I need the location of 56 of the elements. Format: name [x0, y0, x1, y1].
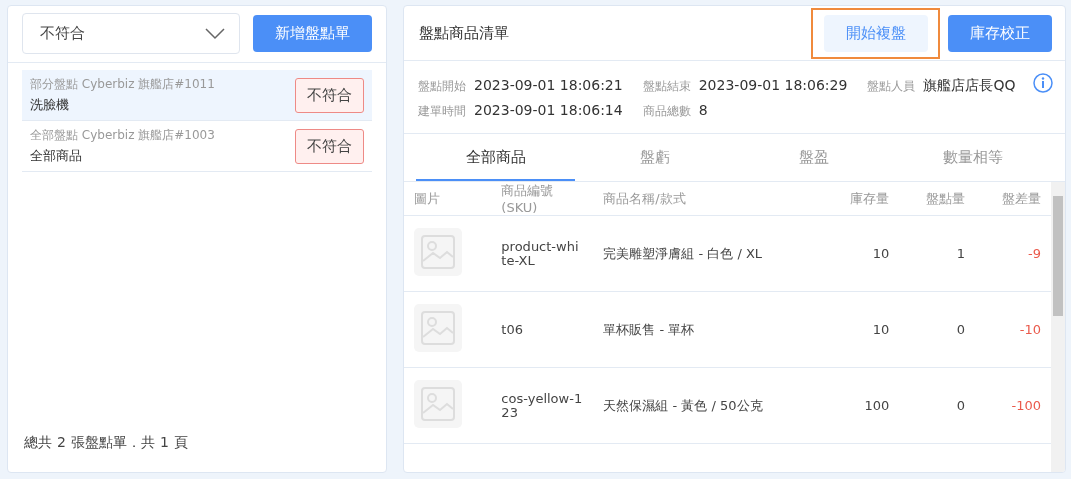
stock-cell: 100 [823, 367, 900, 444]
product-name-cell: 天然保濕組 - 黃色 / 50公克 [593, 367, 824, 444]
info-value: 旗艦店店長QQ [923, 76, 1016, 93]
column-header: 商品名稱/款式 [593, 182, 824, 216]
scrollbar[interactable] [1051, 182, 1065, 472]
counted-cell: 0 [899, 367, 976, 444]
count-sheet-item[interactable]: 部分盤點 Cyberbiz 旗艦店#1011 洗臉機 不符合 [22, 70, 372, 121]
new-count-sheet-button[interactable]: 新增盤點單 [253, 15, 372, 52]
info-icon[interactable] [1033, 73, 1053, 93]
filter-tab[interactable]: 盤虧 [575, 134, 735, 181]
info-label: 商品總數 [642, 103, 691, 118]
stock-cell: 10 [823, 215, 900, 292]
info-value: 2023-09-01 18:06:21 [474, 76, 623, 93]
pagination-text: 張盤點單．共 [70, 434, 155, 450]
info-value: 8 [698, 101, 708, 118]
status-dropdown[interactable]: 不符合 [22, 13, 240, 54]
pagination-text: 頁 [173, 434, 188, 450]
pagination-text: 總共 [24, 434, 52, 450]
dropdown-value: 不符合 [40, 24, 85, 43]
sheet-name: 全部商品 [30, 147, 83, 165]
column-header: 庫存量 [823, 182, 900, 216]
image-placeholder-icon [414, 380, 462, 428]
count-sheet-item[interactable]: 全部盤點 Cyberbiz 旗艦店#1003 全部商品 不符合 [22, 121, 372, 172]
status-badge: 不符合 [295, 77, 364, 113]
column-header: 圖片 [404, 182, 492, 216]
info-value: 2023-09-01 18:06:14 [474, 101, 623, 118]
sku-cell: cos-yellow-123 [491, 367, 594, 444]
info-label: 盤點開始 [418, 78, 466, 93]
sheet-meta: 全部盤點 Cyberbiz 旗艦店#1003 [30, 127, 215, 144]
action-button[interactable]: 開始複盤 [824, 14, 928, 52]
sheet-name: 洗臉機 [30, 96, 70, 114]
sku-cell: t06 [491, 291, 594, 368]
sheet-meta: 部分盤點 Cyberbiz 旗艦店#1011 [30, 76, 215, 93]
info-label: 盤點人員 [867, 78, 916, 93]
pagination-text: 1 [159, 434, 169, 450]
sku-cell: product-white-XL [491, 215, 594, 292]
image-placeholder-icon [414, 304, 462, 352]
pagination-text: 2 [57, 434, 66, 450]
action-button[interactable]: 庫存校正 [948, 14, 1052, 52]
column-header: 盤點量 [899, 182, 976, 216]
image-placeholder-icon [414, 228, 462, 276]
stock-cell: 10 [823, 291, 900, 368]
product-name-cell: 完美雕塑淨膚組 - 白色 / XL [593, 215, 824, 292]
filter-tab[interactable]: 全部商品 [416, 134, 576, 181]
counted-cell: 1 [899, 215, 976, 292]
column-header: 商品編號(SKU) [491, 182, 594, 216]
product-name-cell: 單杯販售 - 單杯 [593, 291, 824, 368]
counted-cell: 0 [899, 291, 976, 368]
filter-tab[interactable]: 數量相等 [893, 134, 1053, 181]
info-value: 2023-09-01 18:06:29 [698, 76, 848, 93]
info-label: 盤點結束 [642, 78, 691, 93]
status-badge: 不符合 [295, 128, 364, 164]
filter-tab[interactable]: 盤盈 [734, 134, 894, 181]
panel-title: 盤點商品清單 [419, 23, 510, 43]
info-label: 建單時間 [418, 103, 466, 118]
chevron-down-icon [205, 27, 225, 40]
